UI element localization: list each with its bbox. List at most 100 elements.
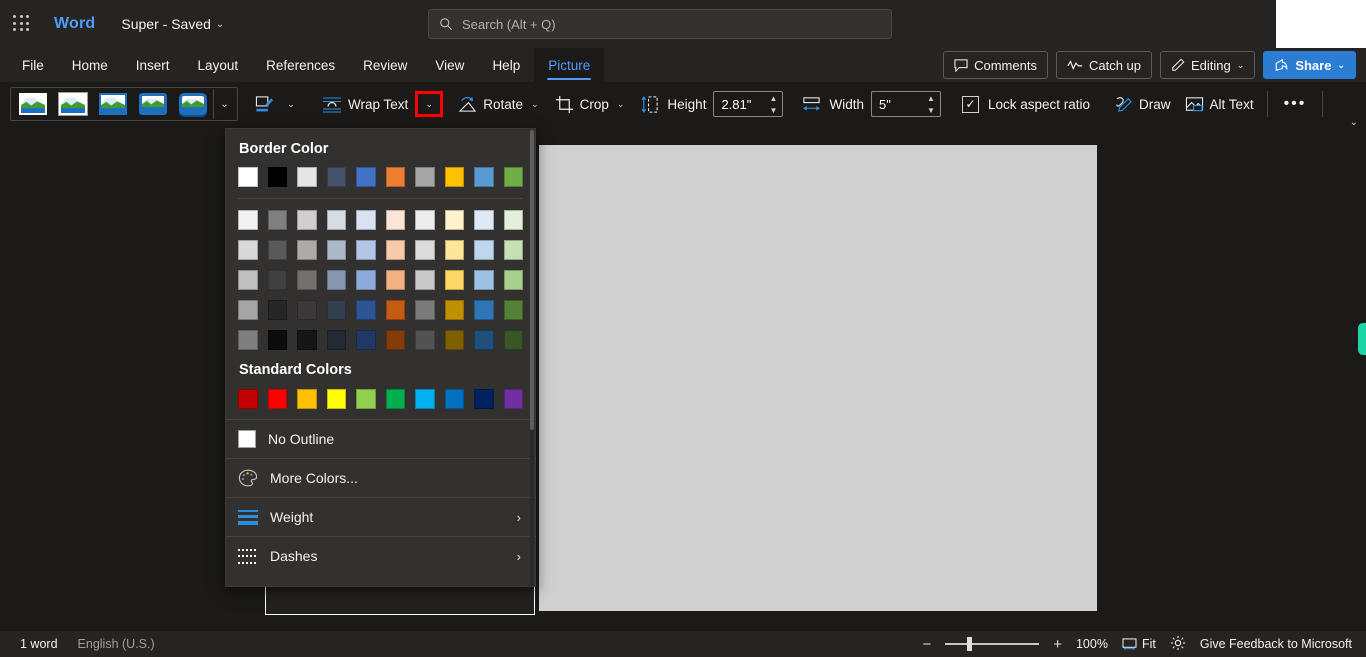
theme-shade-swatch-3-0[interactable] (238, 300, 258, 320)
zoom-slider[interactable] (945, 637, 1040, 651)
theme-shade-swatch-0-6[interactable] (415, 210, 435, 230)
theme-shade-swatch-2-0[interactable] (238, 270, 258, 290)
picture-style-4[interactable] (136, 90, 170, 118)
theme-shade-swatch-2-3[interactable] (326, 270, 346, 290)
picture-border-chevron[interactable]: ⌄ (281, 92, 301, 116)
theme-color-swatch-6[interactable] (415, 167, 435, 187)
document-title[interactable]: Super - Saved ⌄ (121, 16, 224, 32)
standard-color-swatch-2[interactable] (297, 389, 317, 409)
zoom-out-button[interactable]: − (922, 636, 931, 653)
theme-shade-swatch-2-2[interactable] (297, 270, 317, 290)
standard-color-swatch-1[interactable] (267, 389, 287, 409)
theme-shade-swatch-1-5[interactable] (385, 240, 405, 260)
standard-color-swatch-6[interactable] (415, 389, 435, 409)
tab-picture[interactable]: Picture (534, 48, 605, 82)
theme-shade-swatch-0-1[interactable] (267, 210, 287, 230)
menu-item-no-outline[interactable]: No Outline (226, 419, 535, 458)
theme-shade-swatch-0-4[interactable] (356, 210, 376, 230)
theme-shade-swatch-1-4[interactable] (356, 240, 376, 260)
wrap-text-chevron[interactable]: ⌄ (415, 91, 444, 117)
standard-color-swatch-4[interactable] (356, 389, 376, 409)
theme-shade-swatch-1-3[interactable] (326, 240, 346, 260)
tab-insert[interactable]: Insert (122, 48, 184, 82)
word-count[interactable]: 1 word (20, 637, 58, 651)
theme-shade-swatch-1-1[interactable] (267, 240, 287, 260)
standard-color-swatch-0[interactable] (238, 389, 258, 409)
theme-shade-swatch-1-9[interactable] (503, 240, 523, 260)
standard-color-swatch-7[interactable] (444, 389, 464, 409)
theme-color-swatch-0[interactable] (238, 167, 258, 187)
theme-shade-swatch-3-1[interactable] (267, 300, 287, 320)
theme-shade-swatch-2-6[interactable] (415, 270, 435, 290)
gallery-more-button[interactable]: ⌄ (213, 89, 235, 119)
theme-color-swatch-9[interactable] (503, 167, 523, 187)
document-page[interactable] (539, 145, 1097, 611)
crop-button[interactable]: Crop ⌄ (548, 88, 634, 120)
height-input[interactable]: 2.81" ▲ ▼ (713, 91, 784, 117)
theme-shade-swatch-2-1[interactable] (267, 270, 287, 290)
theme-color-swatch-5[interactable] (385, 167, 405, 187)
theme-color-swatch-7[interactable] (444, 167, 464, 187)
theme-shade-swatch-1-2[interactable] (297, 240, 317, 260)
menu-item-dashes[interactable]: Dashes › (226, 536, 535, 575)
theme-shade-swatch-3-8[interactable] (474, 300, 494, 320)
picture-styles-gallery[interactable]: ⌄ (10, 87, 238, 121)
theme-shade-swatch-2-9[interactable] (503, 270, 523, 290)
theme-shade-swatch-4-0[interactable] (238, 330, 258, 350)
theme-shade-swatch-3-6[interactable] (415, 300, 435, 320)
comments-button[interactable]: Comments (943, 51, 1048, 79)
app-launcher-icon[interactable] (12, 14, 32, 34)
language-indicator[interactable]: English (U.S.) (78, 637, 155, 651)
picture-style-2[interactable] (56, 90, 90, 118)
width-stepper[interactable]: ▲ ▼ (925, 92, 937, 116)
theme-shade-swatch-1-8[interactable] (474, 240, 494, 260)
standard-color-swatch-3[interactable] (326, 389, 346, 409)
theme-shade-swatch-0-0[interactable] (238, 210, 258, 230)
theme-shade-swatch-2-5[interactable] (385, 270, 405, 290)
tab-help[interactable]: Help (478, 48, 534, 82)
dropdown-scrollbar[interactable] (530, 130, 534, 586)
theme-shade-swatch-3-2[interactable] (297, 300, 317, 320)
height-stepper[interactable]: ▲ ▼ (767, 92, 779, 116)
theme-shade-swatch-0-5[interactable] (385, 210, 405, 230)
lock-aspect-ratio-checkbox[interactable]: ✓ Lock aspect ratio (955, 88, 1097, 120)
menu-item-weight[interactable]: Weight › (226, 497, 535, 536)
theme-shade-swatch-2-8[interactable] (474, 270, 494, 290)
brightness-icon[interactable] (1170, 635, 1186, 654)
editing-button[interactable]: Editing ⌄ (1160, 51, 1256, 79)
zoom-level[interactable]: 100% (1076, 637, 1108, 651)
rotate-button[interactable]: Rotate ⌄ (451, 88, 547, 120)
theme-shade-swatch-4-2[interactable] (297, 330, 317, 350)
chevron-down-icon[interactable]: ⌄ (529, 99, 541, 110)
theme-shade-swatch-4-3[interactable] (326, 330, 346, 350)
document-canvas[interactable] (0, 126, 1366, 631)
theme-shade-swatch-4-9[interactable] (503, 330, 523, 350)
theme-shade-swatch-1-7[interactable] (444, 240, 464, 260)
theme-shade-swatch-1-6[interactable] (415, 240, 435, 260)
theme-shade-swatch-4-6[interactable] (415, 330, 435, 350)
chevron-down-icon[interactable]: ⌄ (615, 99, 627, 110)
menu-item-more-colors[interactable]: More Colors... (226, 458, 535, 497)
theme-shade-swatch-3-5[interactable] (385, 300, 405, 320)
tab-review[interactable]: Review (349, 48, 421, 82)
theme-shade-swatch-3-4[interactable] (356, 300, 376, 320)
wrap-text-button[interactable]: Wrap Text (315, 88, 415, 120)
theme-shade-swatch-2-7[interactable] (444, 270, 464, 290)
theme-shade-swatch-3-3[interactable] (326, 300, 346, 320)
picture-style-1[interactable] (16, 90, 50, 118)
standard-color-swatch-8[interactable] (474, 389, 494, 409)
search-input[interactable]: Search (Alt + Q) (428, 9, 892, 39)
theme-shade-swatch-3-7[interactable] (444, 300, 464, 320)
theme-color-swatch-3[interactable] (326, 167, 346, 187)
share-button[interactable]: Share ⌄ (1263, 51, 1356, 79)
theme-color-swatch-8[interactable] (474, 167, 494, 187)
side-panel-tab[interactable] (1358, 323, 1366, 355)
catch-up-button[interactable]: Catch up (1055, 51, 1153, 79)
theme-shade-swatch-2-4[interactable] (356, 270, 376, 290)
theme-shade-swatch-4-8[interactable] (474, 330, 494, 350)
app-name[interactable]: Word (54, 15, 95, 33)
tab-layout[interactable]: Layout (184, 48, 253, 82)
theme-shade-swatch-4-4[interactable] (356, 330, 376, 350)
tab-view[interactable]: View (421, 48, 478, 82)
theme-color-swatch-4[interactable] (356, 167, 376, 187)
